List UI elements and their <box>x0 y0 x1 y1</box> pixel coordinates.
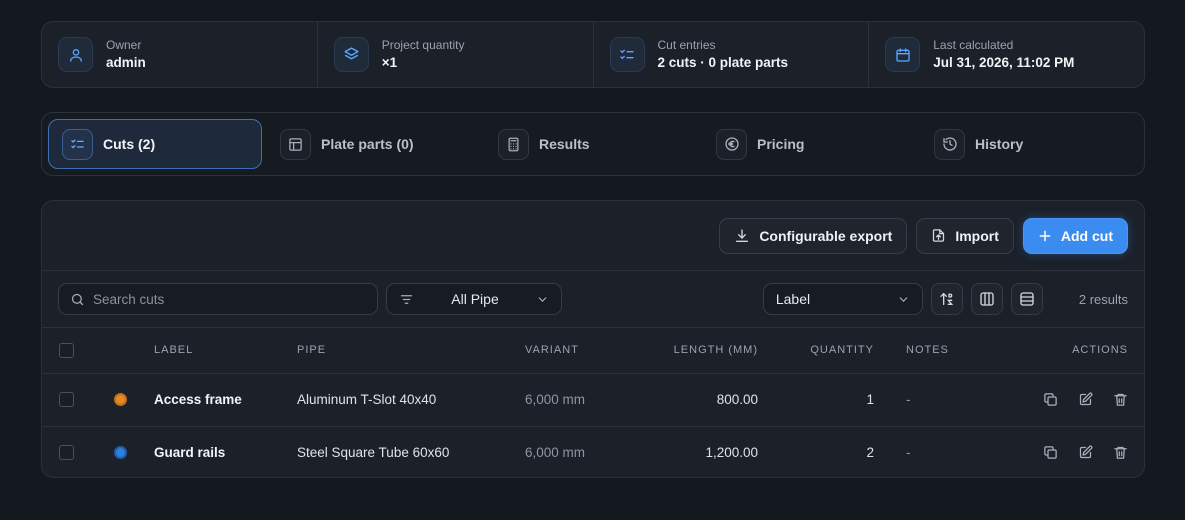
user-icon <box>58 37 93 72</box>
filter-bar: All Pipe Label 2 results <box>42 271 1144 328</box>
row-checkbox[interactable] <box>59 445 74 461</box>
table-header-row: LABEL PIPE VARIANT LENGTH (MM) QUANTITY … <box>42 328 1144 374</box>
cut-quantity: 2 <box>866 445 874 461</box>
tab-label: Results <box>539 136 590 152</box>
pipe-filter-select[interactable]: All Pipe <box>386 283 562 315</box>
import-button[interactable]: Import <box>916 217 1014 254</box>
button-label: Add cut <box>1060 227 1113 244</box>
cut-variant: 6,000 mm <box>525 445 586 461</box>
cut-pipe: Aluminum T-Slot 40x40 <box>297 373 525 427</box>
tab-label: Pricing <box>757 136 805 152</box>
select-all-checkbox[interactable] <box>59 342 74 358</box>
tab-label: History <box>975 136 1024 152</box>
summary-last-calculated: Last calculated Jul 31, 2026, 11:02 PM <box>869 22 1144 87</box>
layers-icon <box>333 37 369 72</box>
column-header-length[interactable]: LENGTH (MM) <box>630 328 758 374</box>
summary-label: Owner <box>106 37 142 52</box>
tab-label: Cuts (2) <box>103 136 156 152</box>
summary-cut-entries: Cut entries 2 cuts · 0 plate parts <box>594 22 870 87</box>
list-check-icon <box>609 37 645 72</box>
history-icon <box>934 128 965 160</box>
column-header-actions: ACTIONS <box>986 328 1144 374</box>
row-actions <box>986 445 1144 460</box>
plus-icon <box>1038 229 1052 243</box>
trash-icon[interactable] <box>1113 392 1128 407</box>
edit-icon[interactable] <box>1078 392 1093 407</box>
tab-plate-parts[interactable]: Plate parts (0) <box>266 119 480 169</box>
download-icon <box>734 228 750 244</box>
sort-field-value: Label <box>775 291 811 307</box>
summary-owner: Owner admin <box>42 22 318 87</box>
tab-cuts[interactable]: Cuts (2) <box>48 119 262 169</box>
tab-results[interactable]: Results <box>484 119 698 169</box>
row-checkbox[interactable] <box>59 392 74 407</box>
search-input[interactable] <box>93 291 363 307</box>
cut-notes: - <box>906 445 911 461</box>
copy-icon[interactable] <box>1043 392 1058 407</box>
search-box <box>58 283 378 315</box>
button-label: Import <box>955 227 999 244</box>
filter-icon <box>399 292 414 307</box>
row-actions <box>986 392 1144 407</box>
copy-icon[interactable] <box>1043 445 1058 460</box>
trash-icon[interactable] <box>1113 445 1128 460</box>
sort-direction-button[interactable] <box>930 283 963 315</box>
columns-icon <box>979 291 995 307</box>
project-tabs: Cuts (2) Plate parts (0) Results Pricing… <box>41 112 1145 176</box>
add-cut-button[interactable]: Add cut <box>1022 217 1128 254</box>
calculator-icon <box>498 128 529 160</box>
cut-notes: - <box>906 373 986 427</box>
sort-ascending-icon <box>939 291 955 307</box>
tab-pricing[interactable]: Pricing <box>702 119 916 169</box>
cut-quantity: 1 <box>758 373 874 427</box>
column-header-quantity[interactable]: QUANTITY <box>758 328 874 374</box>
tab-history[interactable]: History <box>920 119 1134 169</box>
column-header-label[interactable]: LABEL <box>154 328 297 374</box>
summary-project-quantity: Project quantity ×1 <box>318 22 594 87</box>
cuts-panel: Configurable export Import Add cut A <box>41 200 1145 478</box>
color-dot <box>114 446 127 460</box>
edit-icon[interactable] <box>1078 445 1093 460</box>
cut-length: 1,200.00 <box>705 445 758 461</box>
chevron-down-icon <box>536 293 549 306</box>
summary-value: 2 cuts · 0 plate parts <box>657 54 789 70</box>
summary-label: Cut entries <box>657 37 716 52</box>
table-row[interactable]: Guard rails Steel Square Tube 60x60 6,00… <box>42 426 1144 477</box>
cut-label: Access frame <box>154 373 297 427</box>
pipe-filter-value: All Pipe <box>451 291 499 307</box>
column-header-variant[interactable]: VARIANT <box>525 328 630 374</box>
summary-value: Jul 31, 2026, 11:02 PM <box>933 54 1075 70</box>
project-summary-bar: Owner admin Project quantity ×1 Cut entr… <box>41 21 1145 88</box>
column-header-notes[interactable]: NOTES <box>906 328 986 374</box>
columns-view-button[interactable] <box>970 283 1003 315</box>
cuts-table: LABEL PIPE VARIANT LENGTH (MM) QUANTITY … <box>42 328 1144 477</box>
summary-label: Last calculated <box>933 37 1014 52</box>
chevron-down-icon <box>897 293 910 306</box>
summary-label: Project quantity <box>381 37 465 52</box>
euro-icon <box>716 128 747 160</box>
table-row[interactable]: Access frame Aluminum T-Slot 40x40 6,000… <box>42 373 1144 427</box>
calendar-icon <box>885 37 921 72</box>
rows-view-button[interactable] <box>1010 283 1043 315</box>
configurable-export-button[interactable]: Configurable export <box>719 217 908 254</box>
list-check-icon <box>62 128 93 160</box>
column-header-pipe[interactable]: PIPE <box>297 328 525 374</box>
cut-pipe: Steel Square Tube 60x60 <box>297 445 450 461</box>
tab-label: Plate parts (0) <box>321 136 414 152</box>
button-label: Configurable export <box>759 227 893 244</box>
toolbar: Configurable export Import Add cut <box>42 201 1144 271</box>
summary-value: ×1 <box>381 54 398 70</box>
cut-label: Guard rails <box>154 445 226 461</box>
results-count: 2 results <box>1078 291 1128 307</box>
color-dot <box>114 393 127 406</box>
file-upload-icon <box>931 228 946 243</box>
sort-field-select[interactable]: Label <box>762 283 923 315</box>
rows-icon <box>1019 291 1035 307</box>
search-icon <box>70 292 85 307</box>
cut-length: 800.00 <box>630 373 758 427</box>
layout-icon <box>280 128 311 160</box>
cut-variant: 6,000 mm <box>525 373 630 427</box>
summary-value: admin <box>106 54 146 70</box>
